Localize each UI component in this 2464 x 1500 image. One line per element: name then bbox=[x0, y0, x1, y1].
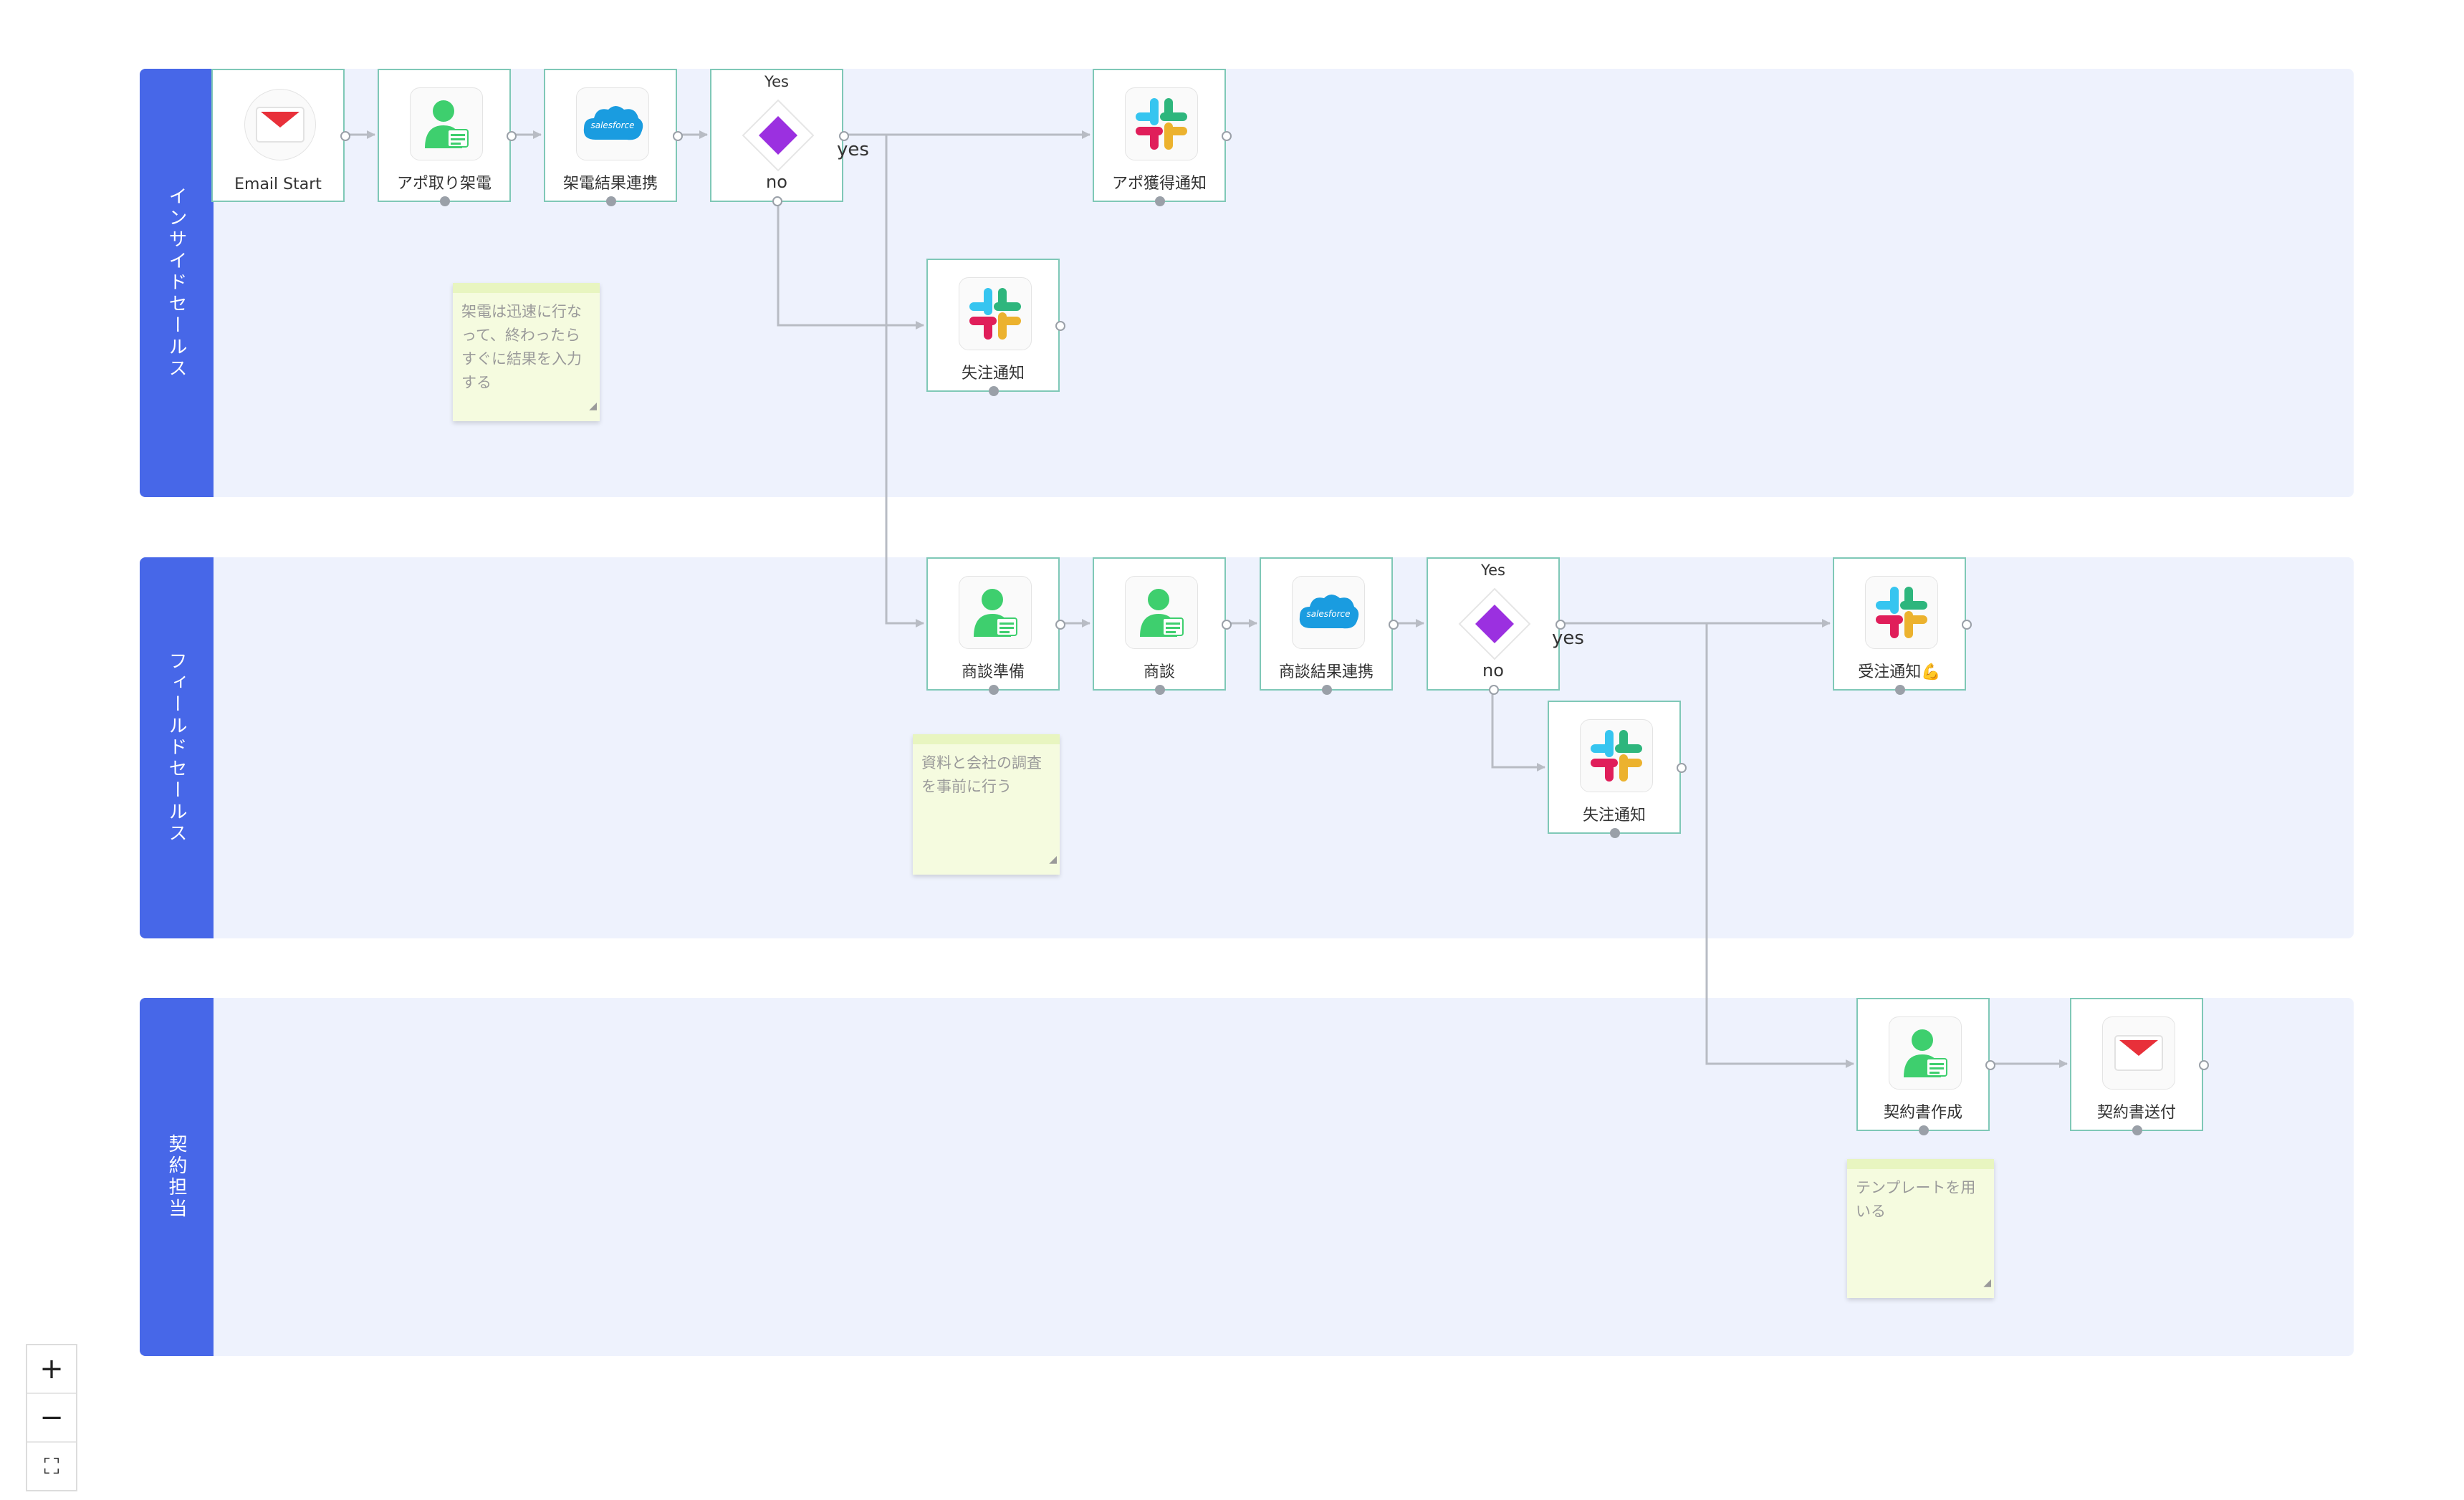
output-port[interactable] bbox=[1222, 131, 1232, 141]
diamond-icon bbox=[1455, 585, 1534, 666]
output-port[interactable] bbox=[1055, 620, 1065, 630]
node-label: 契約書作成 bbox=[1883, 1104, 1962, 1122]
node-label: 失注通知 bbox=[961, 365, 1025, 383]
salesforce-text: salesforce bbox=[590, 120, 634, 130]
node-meeting[interactable]: 商談 bbox=[1093, 557, 1232, 695]
person-icon bbox=[410, 87, 483, 160]
salesforce-icon: salesforce bbox=[1292, 576, 1365, 649]
output-port[interactable] bbox=[1677, 763, 1687, 773]
zoom-out-button[interactable]: − bbox=[27, 1394, 76, 1443]
lane-header[interactable]: インサイドセールス bbox=[140, 69, 214, 497]
node-meeting-prep[interactable]: 商談準備 bbox=[926, 557, 1065, 695]
node-lost-notify-1[interactable]: 失注通知 bbox=[926, 259, 1065, 396]
branch-yes-top-label: Yes bbox=[1481, 562, 1505, 579]
sticky-note[interactable]: 資料と会社の調査を事前に行う ◢ bbox=[913, 734, 1060, 875]
bottom-port[interactable] bbox=[772, 196, 782, 206]
branch-no-label: no bbox=[1482, 660, 1504, 681]
person-icon bbox=[959, 576, 1032, 649]
diamond-icon bbox=[739, 96, 818, 178]
node-branch-1[interactable]: Yes no bbox=[710, 69, 849, 206]
node-contract-create[interactable]: 契約書作成 bbox=[1856, 998, 1995, 1135]
bottom-port[interactable] bbox=[1322, 685, 1332, 695]
bottom-port[interactable] bbox=[440, 196, 450, 206]
bottom-port[interactable] bbox=[1919, 1125, 1929, 1135]
output-port[interactable] bbox=[1389, 620, 1399, 630]
node-label: 商談結果連携 bbox=[1278, 663, 1374, 681]
bottom-port[interactable] bbox=[2132, 1125, 2142, 1135]
node-meeting-result-sync[interactable]: salesforce 商談結果連携 bbox=[1260, 557, 1399, 695]
node-label: 契約書送付 bbox=[2096, 1104, 2176, 1122]
note-text: テンプレートを用いる bbox=[1856, 1179, 1976, 1220]
bottom-port[interactable] bbox=[1155, 685, 1165, 695]
node-branch-2[interactable]: Yes no bbox=[1427, 557, 1566, 695]
email-icon bbox=[244, 89, 316, 160]
salesforce-text: salesforce bbox=[1306, 609, 1350, 619]
node-contract-send[interactable]: 契約書送付 bbox=[2070, 998, 2209, 1135]
zoom-controls: + − ⛶ bbox=[26, 1344, 77, 1491]
bottom-port[interactable] bbox=[989, 685, 999, 695]
resize-handle-icon[interactable]: ◢ bbox=[1049, 848, 1057, 872]
bottom-port[interactable] bbox=[1155, 196, 1165, 206]
resize-handle-icon[interactable]: ◢ bbox=[1983, 1271, 1991, 1295]
bottom-port[interactable] bbox=[989, 386, 999, 396]
lane-field-sales: フィールドセールス bbox=[140, 557, 2354, 938]
node-label: 失注通知 bbox=[1582, 807, 1646, 824]
sticky-note[interactable]: テンプレートを用いる ◢ bbox=[1847, 1159, 1994, 1298]
lane-header[interactable]: 契約担当 bbox=[140, 998, 214, 1356]
node-label: アポ取り架電 bbox=[396, 175, 492, 193]
slack-icon bbox=[1580, 719, 1653, 792]
node-label: 架電結果連携 bbox=[562, 175, 658, 193]
output-port[interactable] bbox=[340, 131, 350, 141]
salesforce-icon: salesforce bbox=[576, 87, 649, 160]
node-lost-notify-2[interactable]: 失注通知 bbox=[1548, 701, 1687, 838]
lane-header[interactable]: フィールドセールス bbox=[140, 557, 214, 938]
bottom-port[interactable] bbox=[606, 196, 616, 206]
output-port[interactable] bbox=[2199, 1060, 2209, 1070]
branch-no-label: no bbox=[766, 172, 787, 192]
bottom-port[interactable] bbox=[1895, 685, 1905, 695]
node-label: 受注通知💪 bbox=[1858, 663, 1941, 681]
output-port[interactable] bbox=[1985, 1060, 1995, 1070]
node-won-notify[interactable]: 受注通知💪 bbox=[1833, 557, 1972, 695]
note-text: 架電は迅速に行なって、終わったらすぐに結果を入力する bbox=[461, 303, 582, 391]
person-icon bbox=[1125, 576, 1198, 649]
output-port[interactable] bbox=[507, 131, 517, 141]
branch-yes-top-label: Yes bbox=[764, 73, 789, 90]
note-text: 資料と会社の調査を事前に行う bbox=[921, 754, 1042, 795]
node-apo-notify[interactable]: アポ獲得通知 bbox=[1093, 69, 1232, 206]
zoom-in-button[interactable]: + bbox=[27, 1345, 76, 1394]
slack-icon bbox=[1125, 87, 1198, 160]
output-port[interactable] bbox=[1962, 620, 1972, 630]
person-icon bbox=[1889, 1016, 1962, 1090]
yes-edge-label: yes bbox=[1552, 628, 1584, 649]
node-call-result-sync[interactable]: salesforce 架電結果連携 bbox=[544, 69, 683, 206]
bottom-port[interactable] bbox=[1489, 685, 1499, 695]
lane-title: インサイドセールス bbox=[166, 186, 187, 380]
lane-contract: 契約担当 bbox=[140, 998, 2354, 1356]
node-label: 商談 bbox=[1143, 663, 1175, 681]
yes-edge-label: yes bbox=[837, 139, 869, 160]
lane-title: 契約担当 bbox=[166, 1134, 187, 1220]
node-label: アポ獲得通知 bbox=[1111, 175, 1207, 193]
lane-title: フィールドセールス bbox=[166, 651, 187, 845]
output-port[interactable] bbox=[673, 131, 683, 141]
fit-view-button[interactable]: ⛶ bbox=[27, 1443, 76, 1490]
slack-icon bbox=[959, 277, 1032, 350]
node-label: Email Start bbox=[234, 176, 322, 193]
node-apo-call[interactable]: アポ取り架電 bbox=[378, 69, 517, 206]
node-email-start[interactable]: Email Start bbox=[211, 69, 350, 202]
output-port[interactable] bbox=[1055, 321, 1065, 331]
bottom-port[interactable] bbox=[1610, 828, 1620, 838]
node-label: 商談準備 bbox=[961, 663, 1025, 681]
sticky-note[interactable]: 架電は迅速に行なって、終わったらすぐに結果を入力する ◢ bbox=[453, 283, 600, 421]
output-port[interactable] bbox=[1222, 620, 1232, 630]
resize-handle-icon[interactable]: ◢ bbox=[589, 395, 597, 418]
slack-icon bbox=[1865, 576, 1938, 649]
email-icon bbox=[2102, 1016, 2175, 1090]
